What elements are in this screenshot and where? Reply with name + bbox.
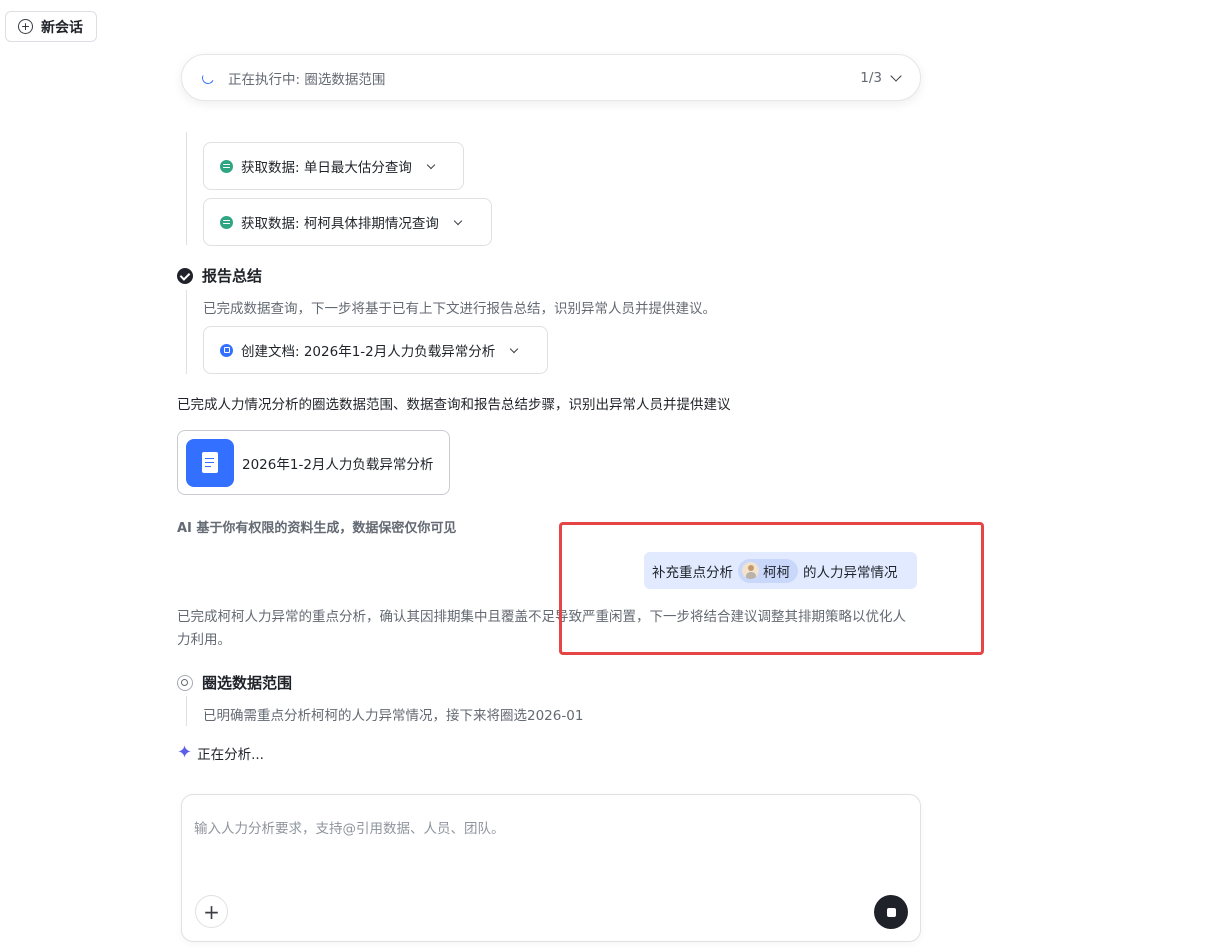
new-chat-label: 新会话 (41, 19, 83, 36)
step-report-header: 报告总结 (177, 265, 262, 286)
tool-call-label: 获取数据: 柯柯具体排期情况查询 (241, 216, 439, 232)
document-icon (186, 438, 234, 487)
stop-generation-button[interactable] (874, 895, 908, 929)
user-mention-chip[interactable]: 柯柯 (738, 558, 798, 583)
ai-disclaimer: AI 基于你有权限的资料生成，数据保密仅你可见 (177, 521, 457, 536)
tool-call-card[interactable]: 获取数据: 单日最大估分查询 (203, 142, 464, 190)
step-scope-header: 圈选数据范围 (177, 672, 292, 693)
create-doc-card[interactable]: 创建文档: 2026年1-2月人力负载异常分析 (203, 326, 548, 374)
execution-progress-bar[interactable]: 正在执行中: 圈选数据范围 1/3 (181, 54, 921, 101)
check-circle-icon (177, 267, 193, 284)
step-description: 已完成数据查询，下一步将基于已有上下文进行报告总结，识别异常人员并提供建议。 (203, 301, 716, 317)
plus-circle-icon: + (18, 19, 33, 34)
analysis-result-text: 已完成柯柯人力异常的重点分析，确认其因排期集中且覆盖不足导致严重闲置，下一步将结… (177, 609, 906, 648)
progress-status-text: 正在执行中: 圈选数据范围 (228, 71, 386, 88)
chevron-down-icon[interactable] (510, 344, 519, 353)
add-attachment-button[interactable]: + (195, 895, 228, 928)
mention-name: 柯柯 (763, 564, 790, 581)
analyzing-text: 正在分析... (197, 747, 264, 763)
data-icon (220, 159, 233, 173)
chevron-down-icon[interactable] (890, 69, 902, 82)
user-message-bubble: 补充重点分析 柯柯 的人力异常情况 (644, 552, 917, 589)
progress-counter: 1/3 (860, 69, 882, 86)
step-connector-line (186, 132, 187, 245)
tool-call-label: 获取数据: 单日最大估分查询 (241, 160, 412, 176)
user-message-suffix: 的人力异常情况 (803, 564, 898, 581)
document-title: 2026年1-2月人力负载异常分析 (242, 456, 434, 473)
avatar (742, 562, 759, 579)
step-connector-line (186, 696, 187, 726)
chevron-down-icon[interactable] (426, 160, 436, 169)
chevron-down-icon[interactable] (453, 216, 463, 225)
user-message-prefix: 补充重点分析 (652, 564, 733, 581)
new-chat-button[interactable]: + 新会话 (5, 11, 97, 42)
tool-call-label: 创建文档: 2026年1-2月人力负载异常分析 (241, 344, 496, 360)
document-card[interactable]: 2026年1-2月人力负载异常分析 (177, 430, 450, 495)
step-title: 圈选数据范围 (202, 674, 293, 692)
tool-call-card[interactable]: 获取数据: 柯柯具体排期情况查询 (203, 198, 492, 246)
doc-icon (220, 343, 233, 357)
plus-icon: + (203, 899, 220, 924)
sparkle-icon: ✦ (177, 742, 193, 763)
summary-text: 已完成人力情况分析的圈选数据范围、数据查询和报告总结步骤，识别出异常人员并提供建… (177, 397, 731, 413)
chat-input[interactable] (194, 817, 894, 877)
step-connector-line (186, 290, 187, 374)
step-title: 报告总结 (202, 267, 263, 285)
step-description: 已明确需重点分析柯柯的人力异常情况，接下来将圈选2026-01 (203, 708, 584, 724)
analyzing-indicator: ✦ 正在分析... (177, 742, 264, 764)
loading-spinner-icon (200, 69, 216, 86)
in-progress-ring-icon (177, 674, 193, 691)
chat-input-box: + (181, 794, 921, 942)
data-icon (220, 215, 233, 229)
